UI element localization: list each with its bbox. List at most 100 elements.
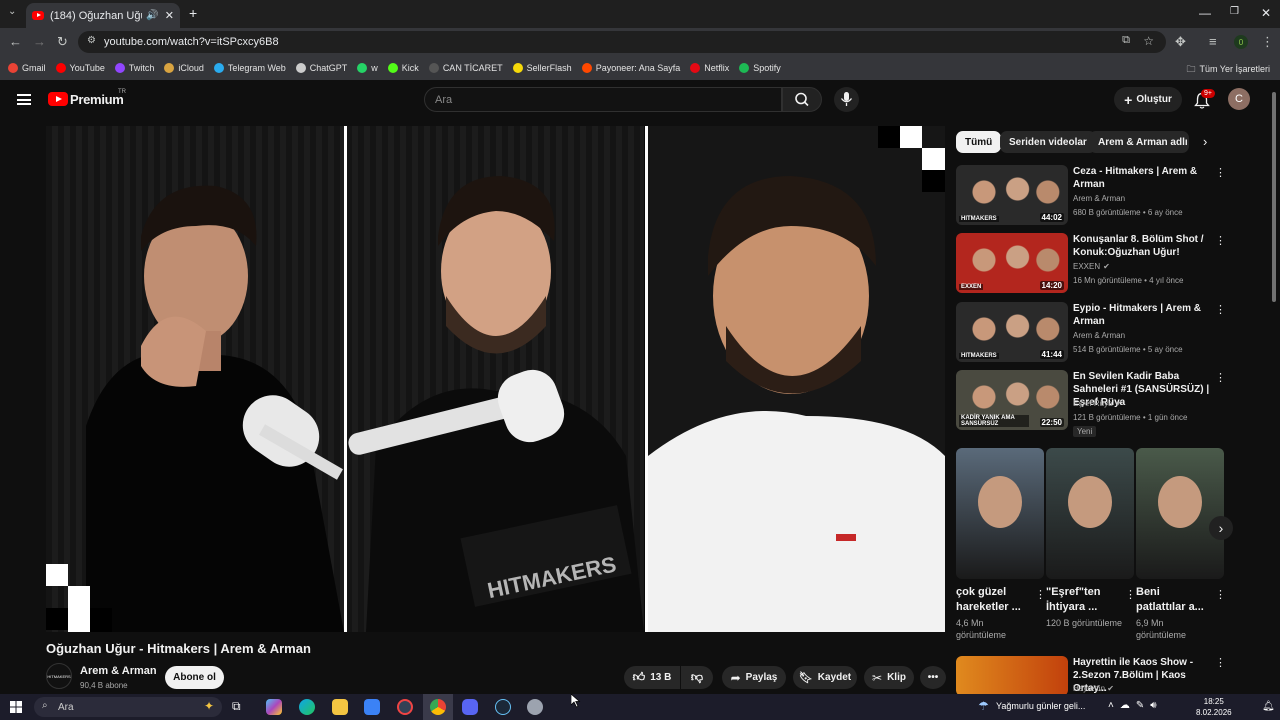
search-input[interactable]: Ara xyxy=(424,87,782,112)
related-more-icon[interactable]: ⋮ xyxy=(1215,371,1226,384)
forward-icon[interactable]: → xyxy=(33,34,46,49)
tray-icons[interactable]: ˄☁✎🔊︎ xyxy=(1108,700,1163,711)
related-more-icon[interactable]: ⋮ xyxy=(1215,166,1226,179)
speaker-icon[interactable]: 🔊 xyxy=(146,10,158,21)
short-thumbnail[interactable] xyxy=(956,448,1044,579)
chip-channel[interactable]: Arem & Arman adlı yü xyxy=(1089,131,1189,153)
bookmark-item[interactable]: Twitch xyxy=(114,63,154,73)
windows-start-icon[interactable] xyxy=(10,701,22,713)
related-more-icon[interactable]: ⋮ xyxy=(1215,234,1226,247)
notification-center-icon[interactable]: 🔔︎ xyxy=(1262,701,1275,712)
subscribe-button[interactable]: Abone ol xyxy=(165,666,224,689)
minimize-icon[interactable]: — xyxy=(1199,6,1211,20)
steam-icon[interactable] xyxy=(495,699,511,715)
chip-series[interactable]: Seriden videolar xyxy=(1000,131,1096,153)
related-thumbnail[interactable]: EXXEN 14:20 xyxy=(956,233,1068,293)
short-thumbnail[interactable] xyxy=(1046,448,1134,579)
tab-close-icon[interactable]: ✕ xyxy=(165,9,174,22)
site-info-icon[interactable]: ⚙ xyxy=(87,35,96,46)
bookmark-item[interactable]: Telegram Web xyxy=(213,63,286,73)
bookmark-item[interactable]: Gmail xyxy=(8,63,46,73)
account-avatar[interactable]: C xyxy=(1228,88,1250,110)
related-thumbnail[interactable]: HITMAKERS 41:44 xyxy=(956,302,1068,362)
clip-button[interactable]: ✂ Klip xyxy=(864,666,914,689)
file-explorer-icon[interactable] xyxy=(332,699,348,715)
browser-tab[interactable]: (184) Oğuzhan Uğur - Hitm 🔊 ✕ xyxy=(26,3,180,28)
bookmark-item[interactable]: Payoneer: Ana Sayfa xyxy=(581,63,680,73)
more-actions-button[interactable]: ••• xyxy=(920,666,946,689)
related-thumbnail[interactable]: KADİR YANIK AMA SANSÜRSÜZ 22:50 xyxy=(956,370,1068,430)
taskbar-clock[interactable]: 18:25 8.02.2026 xyxy=(1196,696,1232,718)
channel-name[interactable]: Arem & Arman xyxy=(80,665,157,677)
weather-text[interactable]: Yağmurlu günler geli... xyxy=(996,701,1085,711)
bookmark-item[interactable]: ChatGPT xyxy=(295,63,347,73)
bookmark-item[interactable]: YouTube xyxy=(55,63,105,73)
bookmark-item[interactable]: CAN TİCARET xyxy=(428,63,503,73)
app-icon[interactable] xyxy=(397,699,413,715)
bookmark-item[interactable]: Kick xyxy=(387,63,419,73)
related-more-icon[interactable]: ⋮ xyxy=(1215,303,1226,316)
short-more-icon[interactable]: ⋮ xyxy=(1125,588,1136,601)
discord-icon[interactable] xyxy=(462,699,478,715)
reading-list-icon[interactable]: ≡ xyxy=(1209,34,1217,49)
bookmark-star-icon[interactable]: ☆ xyxy=(1143,34,1154,48)
shield-app-icon[interactable] xyxy=(527,699,543,715)
profile-icon[interactable]: 0 xyxy=(1234,35,1248,49)
video-player[interactable]: HITMAKERS xyxy=(46,126,945,632)
chevron-right-icon[interactable]: › xyxy=(1203,134,1207,149)
short-more-icon[interactable]: ⋮ xyxy=(1035,588,1046,601)
related-title[interactable]: Eypio - Hitmakers | Arem & Arman xyxy=(1073,302,1213,328)
window-close-icon[interactable]: ✕ xyxy=(1261,6,1271,20)
short-title[interactable]: çok güzel hareketler ... xyxy=(956,585,1031,615)
back-icon[interactable]: ← xyxy=(9,34,22,49)
menu-icon[interactable]: ⋮ xyxy=(1261,34,1274,50)
address-bar[interactable]: ⚙ youtube.com/watch?v=itSPcxcy6B8 ⧉ ☆ xyxy=(78,31,1166,53)
copilot-icon[interactable] xyxy=(266,699,282,715)
tab-search-icon[interactable]: ⌄ xyxy=(8,6,16,17)
related-thumbnail[interactable]: HITMAKERS 44:02 xyxy=(956,165,1068,225)
bookmark-item[interactable]: SellerFlash xyxy=(512,63,572,73)
search-button[interactable] xyxy=(782,87,822,112)
related-channel[interactable]: Eşref Rüya ✔ xyxy=(1073,399,1122,408)
bookmark-item[interactable]: Spotify xyxy=(739,63,781,73)
save-button[interactable]: 🔖︎ Kaydet xyxy=(793,666,857,689)
youtube-logo-icon[interactable] xyxy=(48,92,68,106)
channel-avatar[interactable]: HITMAKERS xyxy=(46,663,72,689)
related-title[interactable]: Konuşanlar 8. Bölüm Shot / Konuk:Oğuzhan… xyxy=(1073,233,1213,259)
short-more-icon[interactable]: ⋮ xyxy=(1215,588,1226,601)
related-channel[interactable]: EXXEN ✔ xyxy=(1073,262,1110,271)
edge-icon[interactable] xyxy=(299,699,315,715)
dislike-button[interactable]: 👎︎ xyxy=(681,666,713,689)
shorts-next-button[interactable]: › xyxy=(1209,516,1233,540)
create-button[interactable]: + Oluştur xyxy=(1114,87,1182,112)
hamburger-menu-icon[interactable] xyxy=(17,94,31,105)
logo-text[interactable]: Premium xyxy=(70,92,124,107)
like-button[interactable]: 👍︎ 13 B xyxy=(624,666,680,689)
related-channel[interactable]: Arem & Arman xyxy=(1073,331,1125,340)
related-thumbnail-kaos[interactable] xyxy=(956,656,1068,696)
bookmark-item[interactable]: iCloud xyxy=(164,63,204,73)
share-button[interactable]: ➦ Paylaş xyxy=(722,666,786,689)
chrome-icon[interactable] xyxy=(430,699,446,715)
short-thumbnail[interactable] xyxy=(1136,448,1224,579)
store-icon[interactable] xyxy=(364,699,380,715)
all-bookmarks[interactable]: 🗀 Tüm Yer İşaretleri xyxy=(1186,62,1270,78)
short-title[interactable]: Beni patlattılar a... xyxy=(1136,585,1211,615)
related-channel-kaos[interactable]: Hayrettin ✔ xyxy=(1073,684,1114,693)
install-app-icon[interactable]: ⧉ xyxy=(1122,34,1130,47)
short-title[interactable]: "Eşref"ten İhtiyara ... xyxy=(1046,585,1121,615)
related-title[interactable]: Ceza - Hitmakers | Arem & Arman xyxy=(1073,165,1213,191)
related-more-icon[interactable]: ⋮ xyxy=(1215,656,1226,669)
chip-all[interactable]: Tümü xyxy=(956,131,1002,153)
bookmark-item[interactable]: Netflix xyxy=(690,63,729,73)
task-view-icon[interactable]: ⧉ xyxy=(232,699,248,715)
extensions-icon[interactable]: ✥ xyxy=(1175,34,1186,50)
voice-search-button[interactable] xyxy=(834,87,859,112)
page-scrollbar[interactable] xyxy=(1272,92,1276,302)
bookmark-item[interactable]: w xyxy=(357,63,378,73)
taskbar-search[interactable]: ⌕ Ara ✦ xyxy=(34,697,222,717)
related-channel[interactable]: Arem & Arman xyxy=(1073,194,1125,203)
reload-icon[interactable]: ↻ xyxy=(57,34,68,50)
new-tab-icon[interactable]: + xyxy=(189,5,197,21)
restore-icon[interactable]: ❐ xyxy=(1230,6,1239,17)
